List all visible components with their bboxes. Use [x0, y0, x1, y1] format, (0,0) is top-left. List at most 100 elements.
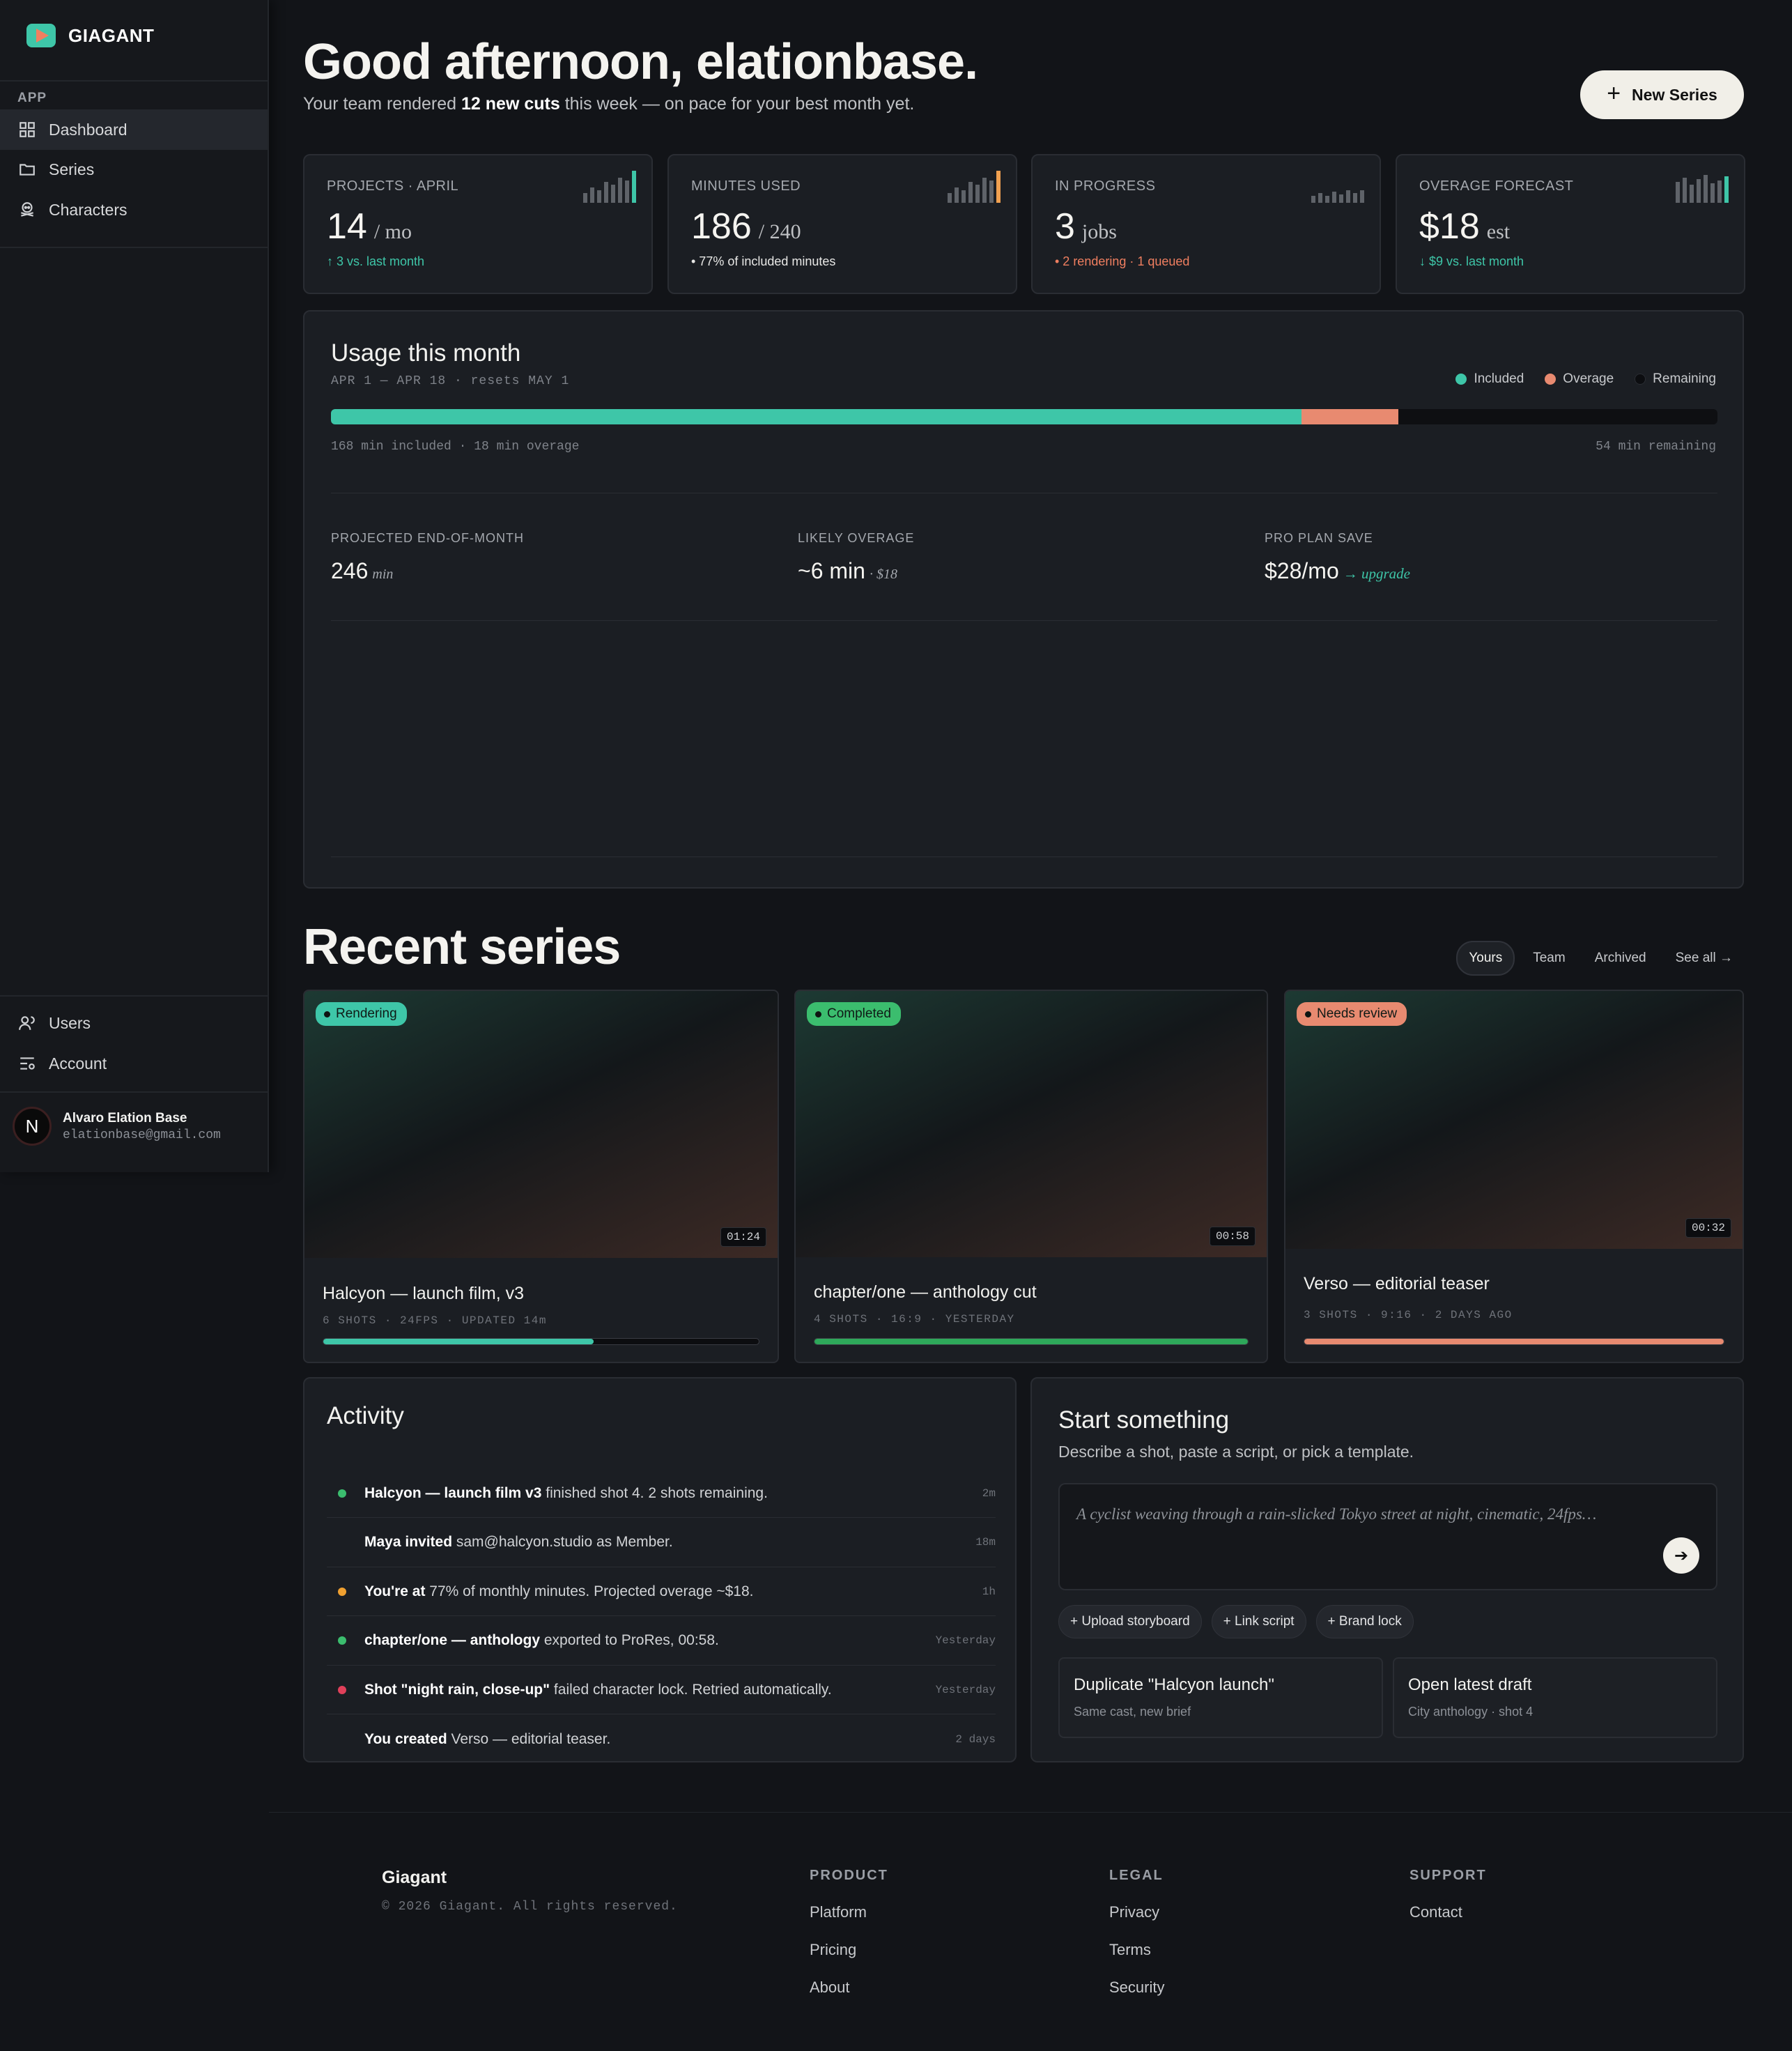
- activity-text: You created Verso — editorial teaser.: [364, 1730, 611, 1747]
- spark-bar: [618, 178, 622, 203]
- activity-text: You're at 77% of monthly minutes. Projec…: [364, 1583, 754, 1599]
- recent-series-tabs: Yours Team Archived See all →: [1456, 941, 1744, 976]
- footer-col-product: PRODUCT Platform Pricing About: [810, 1868, 888, 1997]
- sidebar-divider: [0, 80, 268, 82]
- user-email: elationbase@gmail.com: [63, 1128, 221, 1142]
- sparkline-icon: [1311, 171, 1364, 203]
- sidebar-item-series[interactable]: Series: [0, 149, 268, 190]
- page-subtitle: Your team rendered 12 new cuts this week…: [303, 94, 915, 114]
- sidebar-item-users[interactable]: Users: [0, 1003, 268, 1043]
- user-name: Alvaro Elation Base: [63, 1110, 187, 1126]
- settings-list-icon: [20, 1057, 35, 1070]
- template-open-latest-draft[interactable]: Open latest draft City anthology · shot …: [1393, 1657, 1717, 1738]
- new-series-button[interactable]: + New Series: [1580, 70, 1744, 119]
- stat-card: OVERAGE FORECAST $18 est ↓ $9 vs. last mo…: [1396, 154, 1745, 294]
- tab-archived[interactable]: Archived: [1584, 942, 1658, 974]
- activity-row[interactable]: You created Verso — editorial teaser. 2 …: [327, 1715, 996, 1764]
- series-thumbnail[interactable]: Needs review 00:32: [1285, 991, 1743, 1249]
- series-card[interactable]: Completed 00:58 chapter/one — anthology …: [794, 990, 1268, 1363]
- stat-value: 3 jobs: [1055, 206, 1117, 247]
- spark-bar: [604, 182, 608, 203]
- upgrade-link[interactable]: → upgrade: [1343, 565, 1410, 583]
- spark-bar: [583, 193, 587, 203]
- prompt-input[interactable]: A cyclist weaving through a rain-slicked…: [1058, 1483, 1717, 1590]
- activity-time: 2m: [982, 1487, 996, 1500]
- activity-title: Activity: [327, 1402, 404, 1429]
- spark-bar: [1704, 175, 1708, 203]
- activity-row[interactable]: chapter/one — anthology exported to ProR…: [327, 1617, 996, 1666]
- usage-bar-caption: 168 min included · 18 min overage: [331, 440, 580, 454]
- footer-link-pricing[interactable]: Pricing: [810, 1941, 888, 1959]
- sidebar-item-characters[interactable]: Characters: [0, 190, 268, 230]
- series-title: Halcyon — launch film, v3: [323, 1284, 525, 1303]
- start-subtitle: Describe a shot, paste a script, or pick…: [1058, 1443, 1414, 1461]
- see-all-link[interactable]: See all →: [1664, 942, 1744, 974]
- activity-text: Maya invited sam@halcyon.studio as Membe…: [364, 1534, 673, 1550]
- stat-note: ↓ $9 vs. last month: [1419, 254, 1524, 268]
- stat-value: $18 est: [1419, 206, 1511, 247]
- sidebar-item-dashboard[interactable]: Dashboard: [0, 109, 268, 150]
- spark-bar: [1697, 179, 1701, 203]
- status-dot: [338, 1489, 346, 1498]
- series-meta: 6 SHOTS · 24FPS · UPDATED 14m: [323, 1314, 547, 1327]
- footer-link-security[interactable]: Security: [1109, 1979, 1164, 1997]
- recent-series-title: Recent series: [303, 919, 621, 975]
- spark-bar: [1683, 178, 1687, 203]
- avatar: N: [13, 1107, 52, 1146]
- activity-row[interactable]: You're at 77% of monthly minutes. Projec…: [327, 1567, 996, 1616]
- brand-lock-chip[interactable]: + Brand lock: [1315, 1605, 1414, 1638]
- series-progress: [814, 1338, 1249, 1345]
- grid-icon: [20, 122, 35, 137]
- stat-value: 186/ 240: [691, 206, 801, 247]
- stat-note: • 2 rendering · 1 queued: [1055, 254, 1190, 268]
- template-duplicate-halcyon[interactable]: Duplicate "Halcyon launch" Same cast, ne…: [1058, 1657, 1383, 1738]
- spark-bar: [1724, 176, 1729, 203]
- footer-link-privacy[interactable]: Privacy: [1109, 1903, 1164, 1921]
- series-card[interactable]: Needs review 00:32 Verso — editorial tea…: [1284, 990, 1744, 1363]
- upload-storyboard-chip[interactable]: + Upload storyboard: [1058, 1605, 1202, 1638]
- activity-row[interactable]: Maya invited sam@halcyon.studio as Membe…: [327, 1519, 996, 1567]
- link-script-chip[interactable]: + Link script: [1211, 1605, 1306, 1638]
- usage-card: Usage this month APR 1 — APR 18 · resets…: [303, 310, 1744, 889]
- footer-link-contact[interactable]: Contact: [1409, 1903, 1487, 1921]
- status-badge: Needs review: [1297, 1002, 1407, 1026]
- activity-row[interactable]: Shot "night rain, close-up" failed chara…: [327, 1666, 996, 1714]
- series-meta: 3 SHOTS · 9:16 · 2 DAYS AGO: [1304, 1309, 1513, 1321]
- tab-yours[interactable]: Yours: [1456, 941, 1515, 976]
- legend-included: Included: [1455, 371, 1524, 387]
- sidebar-divider: [0, 247, 268, 248]
- footer-link-terms[interactable]: Terms: [1109, 1941, 1164, 1959]
- sidebar-item-account[interactable]: Account: [0, 1043, 268, 1084]
- series-title: chapter/one — anthology cut: [814, 1282, 1037, 1302]
- stat-card: MINUTES USED 186/ 240 • 77% of included …: [667, 154, 1017, 294]
- footer-brand: Giagant: [382, 1868, 447, 1887]
- footer-copyright: © 2026 Giagant. All rights reserved.: [382, 1900, 678, 1914]
- series-thumbnail[interactable]: Rendering 01:24: [304, 991, 778, 1258]
- sidebar-section-label: APP: [17, 91, 47, 105]
- prompt-chips: + Upload storyboard + Link script + Bran…: [1058, 1605, 1414, 1638]
- activity-time: 1h: [982, 1585, 996, 1598]
- activity-row[interactable]: Halcyon — launch film v3 finished shot 4…: [327, 1469, 996, 1518]
- activity-time: Yesterday: [935, 1683, 996, 1696]
- submit-arrow-button[interactable]: ➔: [1663, 1537, 1699, 1574]
- spark-bar: [955, 187, 959, 203]
- series-card[interactable]: Rendering 01:24 Halcyon — launch film, v…: [303, 990, 779, 1363]
- start-card: Start something Describe a shot, paste a…: [1030, 1377, 1744, 1762]
- stat-label: MINUTES USED: [691, 178, 801, 194]
- usage-bar: [331, 409, 1717, 424]
- tab-team[interactable]: Team: [1522, 942, 1576, 974]
- footer-link-platform[interactable]: Platform: [810, 1903, 888, 1921]
- stat-note: • 77% of included minutes: [691, 254, 836, 268]
- duration-badge: 00:58: [1209, 1227, 1256, 1246]
- user-profile[interactable]: N Alvaro Elation Base elationbase@gmail.…: [13, 1107, 221, 1146]
- stat-card: PROJECTS · APRIL 14/ mo ↑ 3 vs. last mon…: [303, 154, 653, 294]
- brand[interactable]: GIAGANT: [26, 24, 154, 47]
- activity-time: 2 days: [955, 1733, 996, 1746]
- status-badge: Completed: [807, 1002, 901, 1026]
- user-icon: [19, 1016, 35, 1030]
- status-badge: Rendering: [316, 1002, 407, 1026]
- usage-legend: Included Overage Remaining: [1455, 371, 1716, 387]
- series-thumbnail[interactable]: Completed 00:58: [796, 991, 1267, 1257]
- footer-link-about[interactable]: About: [810, 1979, 888, 1997]
- projection-pro-plan: PRO PLAN SAVE $28/mo → upgrade: [1265, 531, 1410, 583]
